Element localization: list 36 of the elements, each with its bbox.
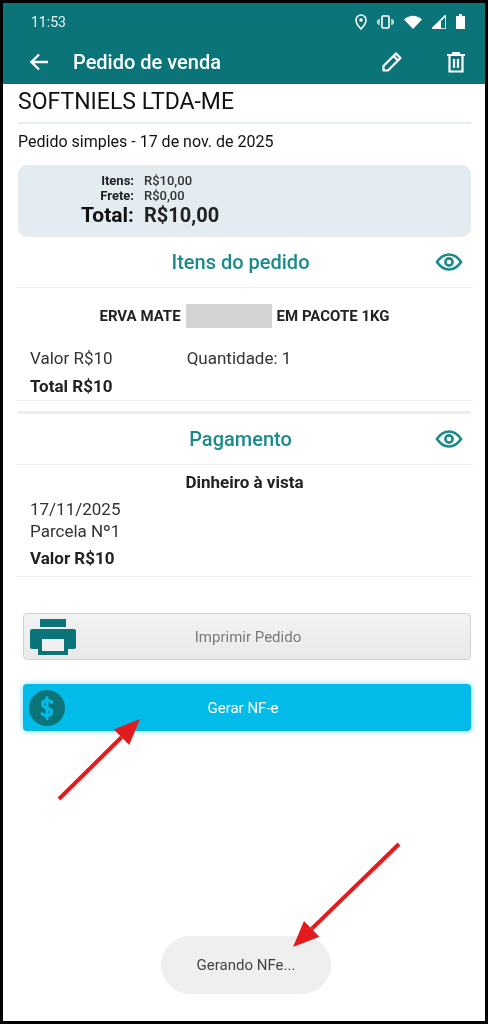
installment-label: Parcela Nº1 bbox=[29, 520, 122, 542]
item-total: Total R$10 bbox=[29, 376, 114, 396]
screen-title: Pedido de venda bbox=[73, 50, 222, 74]
product-name: ERVA MATE bbox=[99, 307, 181, 325]
eye-icon[interactable] bbox=[435, 430, 463, 448]
wifi-icon bbox=[404, 14, 422, 29]
trash-icon[interactable] bbox=[447, 51, 465, 73]
item-value: Valor R$10 bbox=[30, 348, 113, 368]
toast-message: Gerando NFe... bbox=[161, 936, 331, 994]
printer-icon bbox=[30, 618, 76, 655]
section-title: Itens do pedido bbox=[170, 250, 311, 274]
pencil-icon[interactable] bbox=[381, 51, 403, 73]
battery-icon bbox=[456, 14, 465, 29]
summary-label: Itens: bbox=[100, 173, 134, 188]
eye-icon[interactable] bbox=[435, 253, 463, 271]
payment-date: 17/11/2025 bbox=[29, 498, 122, 520]
back-arrow-icon[interactable] bbox=[29, 53, 49, 71]
status-time: 11:53 bbox=[31, 13, 66, 30]
dollar-icon bbox=[29, 689, 65, 726]
summary-value: R$10,00 bbox=[144, 173, 194, 188]
print-button[interactable]: Imprimir Pedido bbox=[23, 613, 471, 660]
section-title: Pagamento bbox=[188, 427, 293, 451]
summary-label: Total: bbox=[80, 203, 134, 227]
summary-label: Frete: bbox=[99, 188, 134, 203]
generate-invoice-button[interactable]: Gerar NF-e bbox=[23, 684, 471, 731]
customer-name: SOFTNIELS LTDA-ME bbox=[18, 88, 236, 116]
product-name: EM PACOTE 1KG bbox=[276, 307, 390, 325]
payment-method: Dinheiro à vista bbox=[184, 472, 305, 492]
order-subtitle: Pedido simples - 17 de nov. de 2025 bbox=[18, 132, 275, 151]
payment-value: Valor R$10 bbox=[29, 548, 116, 568]
location-icon bbox=[355, 13, 367, 30]
summary-value: R$10,00 bbox=[144, 203, 221, 227]
item-quantity: Quantidade: 1 bbox=[186, 348, 292, 368]
vibrate-icon bbox=[377, 14, 394, 29]
summary-value: R$0,00 bbox=[144, 188, 186, 203]
signal-icon bbox=[432, 14, 446, 29]
